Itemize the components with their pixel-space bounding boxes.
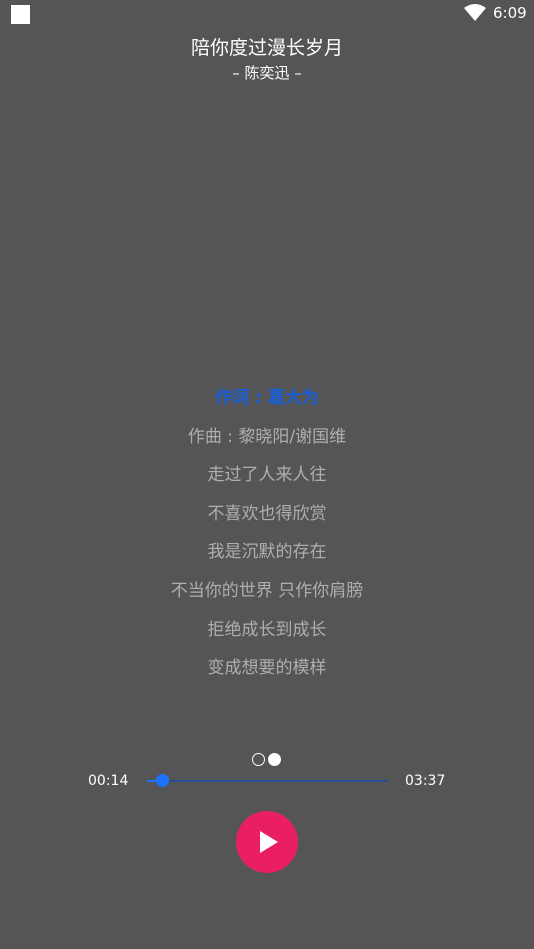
lyric-line: 作曲 : 黎晓阳/谢国维: [187, 426, 347, 447]
play-button[interactable]: [236, 811, 298, 873]
lyric-line: 拒绝成长到成长: [207, 619, 327, 640]
current-time: 00:14: [88, 773, 129, 789]
wifi-icon: [464, 4, 486, 21]
lyric-line: 变成想要的模样: [207, 658, 327, 679]
notification-square-icon: [11, 5, 30, 24]
lyric-line: 作词 : 葛大为: [215, 388, 319, 408]
progress-thumb[interactable]: [156, 774, 170, 787]
play-icon: [260, 831, 278, 853]
lyric-line: 不当你的世界 只作你肩膀: [170, 580, 364, 601]
page-indicator: [252, 753, 284, 767]
total-time: 03:37: [405, 773, 446, 789]
page-dot-inactive[interactable]: [252, 753, 265, 766]
lyric-line: 不喜欢也得欣赏: [207, 503, 327, 524]
lyrics-list[interactable]: 作词 : 葛大为 作曲 : 黎晓阳/谢国维 走过了人来人往 不喜欢也得欣赏 我是…: [0, 384, 534, 693]
page-dot-active[interactable]: [268, 753, 281, 766]
song-title: 陪你度过漫长岁月: [190, 37, 343, 59]
progress-slider[interactable]: [147, 774, 388, 787]
lyric-line: 走过了人来人往: [207, 465, 327, 486]
status-clock: 6:09: [493, 4, 527, 22]
lyric-line: 我是沉默的存在: [207, 542, 327, 563]
artist-name: – 陈奕迅 –: [232, 64, 302, 82]
status-bar: 6:09: [0, 0, 534, 28]
